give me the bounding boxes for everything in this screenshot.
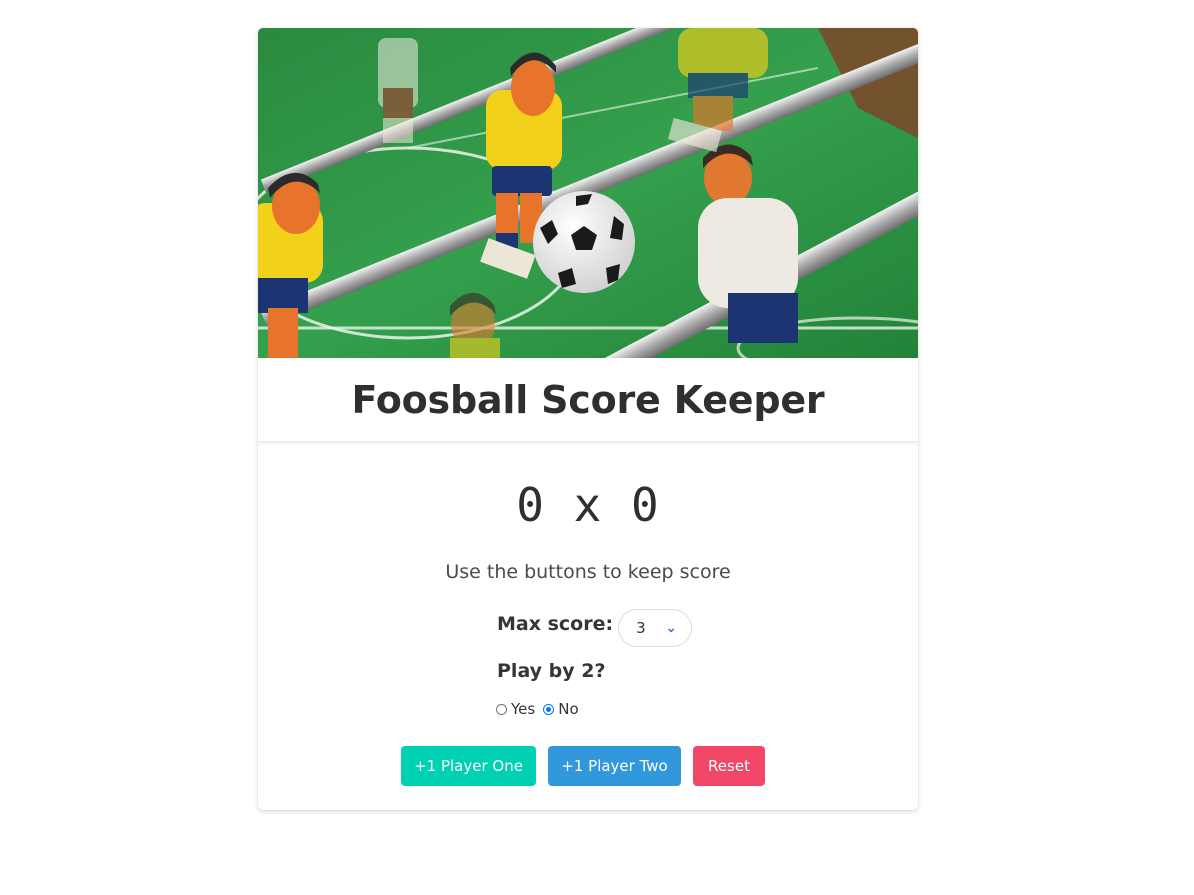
page-title: Foosball Score Keeper xyxy=(351,377,825,422)
play-by-two-no-option[interactable]: No xyxy=(543,700,579,718)
play-by-two-no-label: No xyxy=(558,700,579,718)
max-score-value: 3 xyxy=(636,619,646,637)
action-buttons: +1 Player One +1 Player Two Reset xyxy=(401,746,765,786)
player-two-button[interactable]: +1 Player Two xyxy=(548,746,681,786)
player-one-score: 0 xyxy=(516,478,545,532)
max-score-select[interactable]: 3 ⌄ xyxy=(618,609,693,647)
play-by-two-no-radio[interactable] xyxy=(543,703,555,715)
chevron-down-icon: ⌄ xyxy=(665,620,678,636)
play-by-two-yes-label: Yes xyxy=(511,700,536,718)
max-score-row: Max score: 3 ⌄ xyxy=(497,604,693,647)
player-two-score: 0 xyxy=(631,478,660,532)
max-score-label: Max score: xyxy=(497,613,614,635)
card-header: Foosball Score Keeper xyxy=(258,358,918,441)
score-separator: x xyxy=(573,478,603,532)
score-keeper-card: Foosball Score Keeper 0 x 0 Use the butt… xyxy=(258,28,918,810)
player-one-button[interactable]: +1 Player One xyxy=(401,746,536,786)
foosball-hero-image xyxy=(258,28,918,358)
play-by-two-label: Play by 2? xyxy=(497,660,606,682)
play-by-two-yes-radio[interactable] xyxy=(496,703,507,715)
reset-button[interactable]: Reset xyxy=(693,746,765,786)
play-by-two-options: Yes No xyxy=(496,700,587,718)
score-display: 0 x 0 xyxy=(258,478,918,532)
instructions-text: Use the buttons to keep score xyxy=(445,561,731,583)
play-by-two-yes-option[interactable]: Yes xyxy=(496,700,535,718)
